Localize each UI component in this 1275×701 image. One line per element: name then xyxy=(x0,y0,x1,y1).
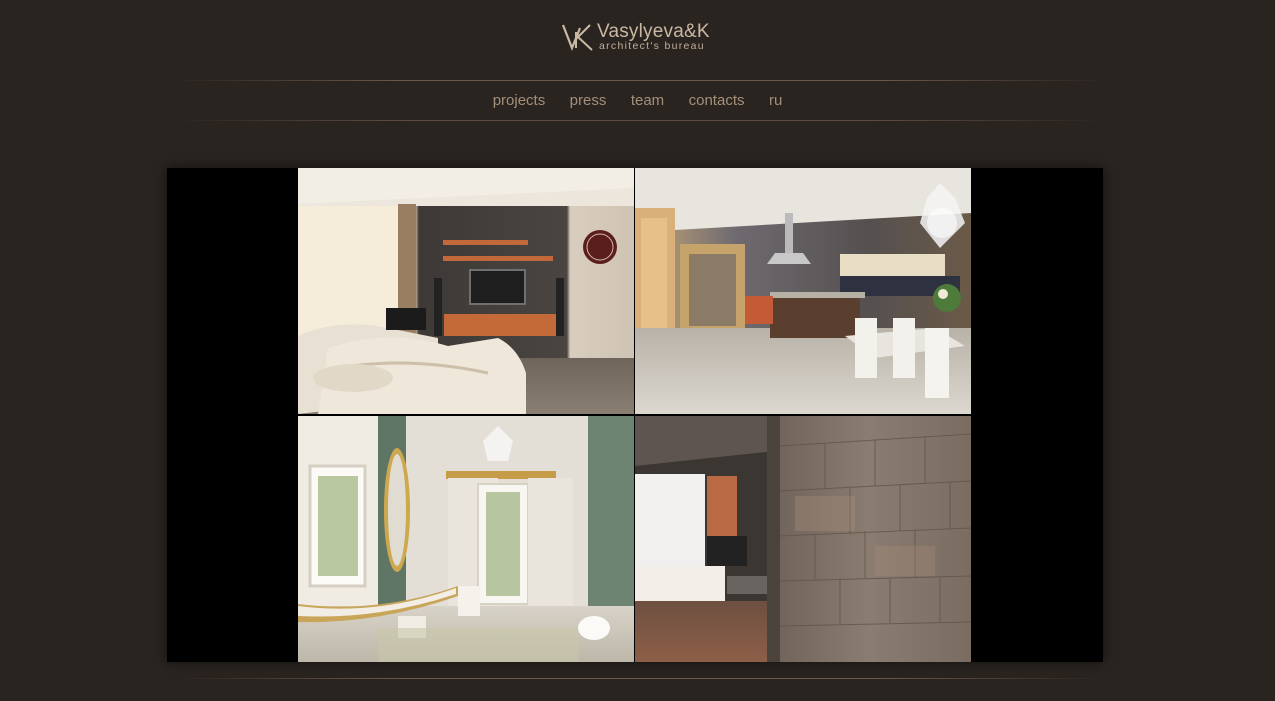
vk-monogram-icon xyxy=(562,24,593,51)
gallery-tile-living-room[interactable] xyxy=(298,168,634,414)
brand-tagline: architect's bureau xyxy=(599,40,705,52)
divider-top xyxy=(175,80,1105,81)
nav-item-press[interactable]: press xyxy=(570,92,607,109)
nav-item-projects[interactable]: projects xyxy=(493,92,546,109)
kitchen-dining-photo xyxy=(635,168,971,414)
project-gallery xyxy=(167,168,1103,662)
nav-item-contacts[interactable]: contacts xyxy=(689,92,745,109)
divider-bottom xyxy=(175,678,1105,679)
stone-wall-living-photo xyxy=(635,416,971,662)
gallery-tile-bathroom[interactable] xyxy=(298,416,634,662)
bathroom-photo xyxy=(298,416,634,662)
brand-logo[interactable]: Vasylyeva&K architect's bureau xyxy=(562,20,722,56)
gallery-tile-kitchen-dining[interactable] xyxy=(635,168,971,414)
living-room-photo xyxy=(298,168,634,414)
nav-item-language-ru[interactable]: ru xyxy=(769,92,782,109)
gallery-tile-stone-wall-living[interactable] xyxy=(635,416,971,662)
divider-nav xyxy=(175,120,1105,121)
main-nav: projects press team contacts ru xyxy=(0,92,1275,112)
nav-item-team[interactable]: team xyxy=(631,92,664,109)
